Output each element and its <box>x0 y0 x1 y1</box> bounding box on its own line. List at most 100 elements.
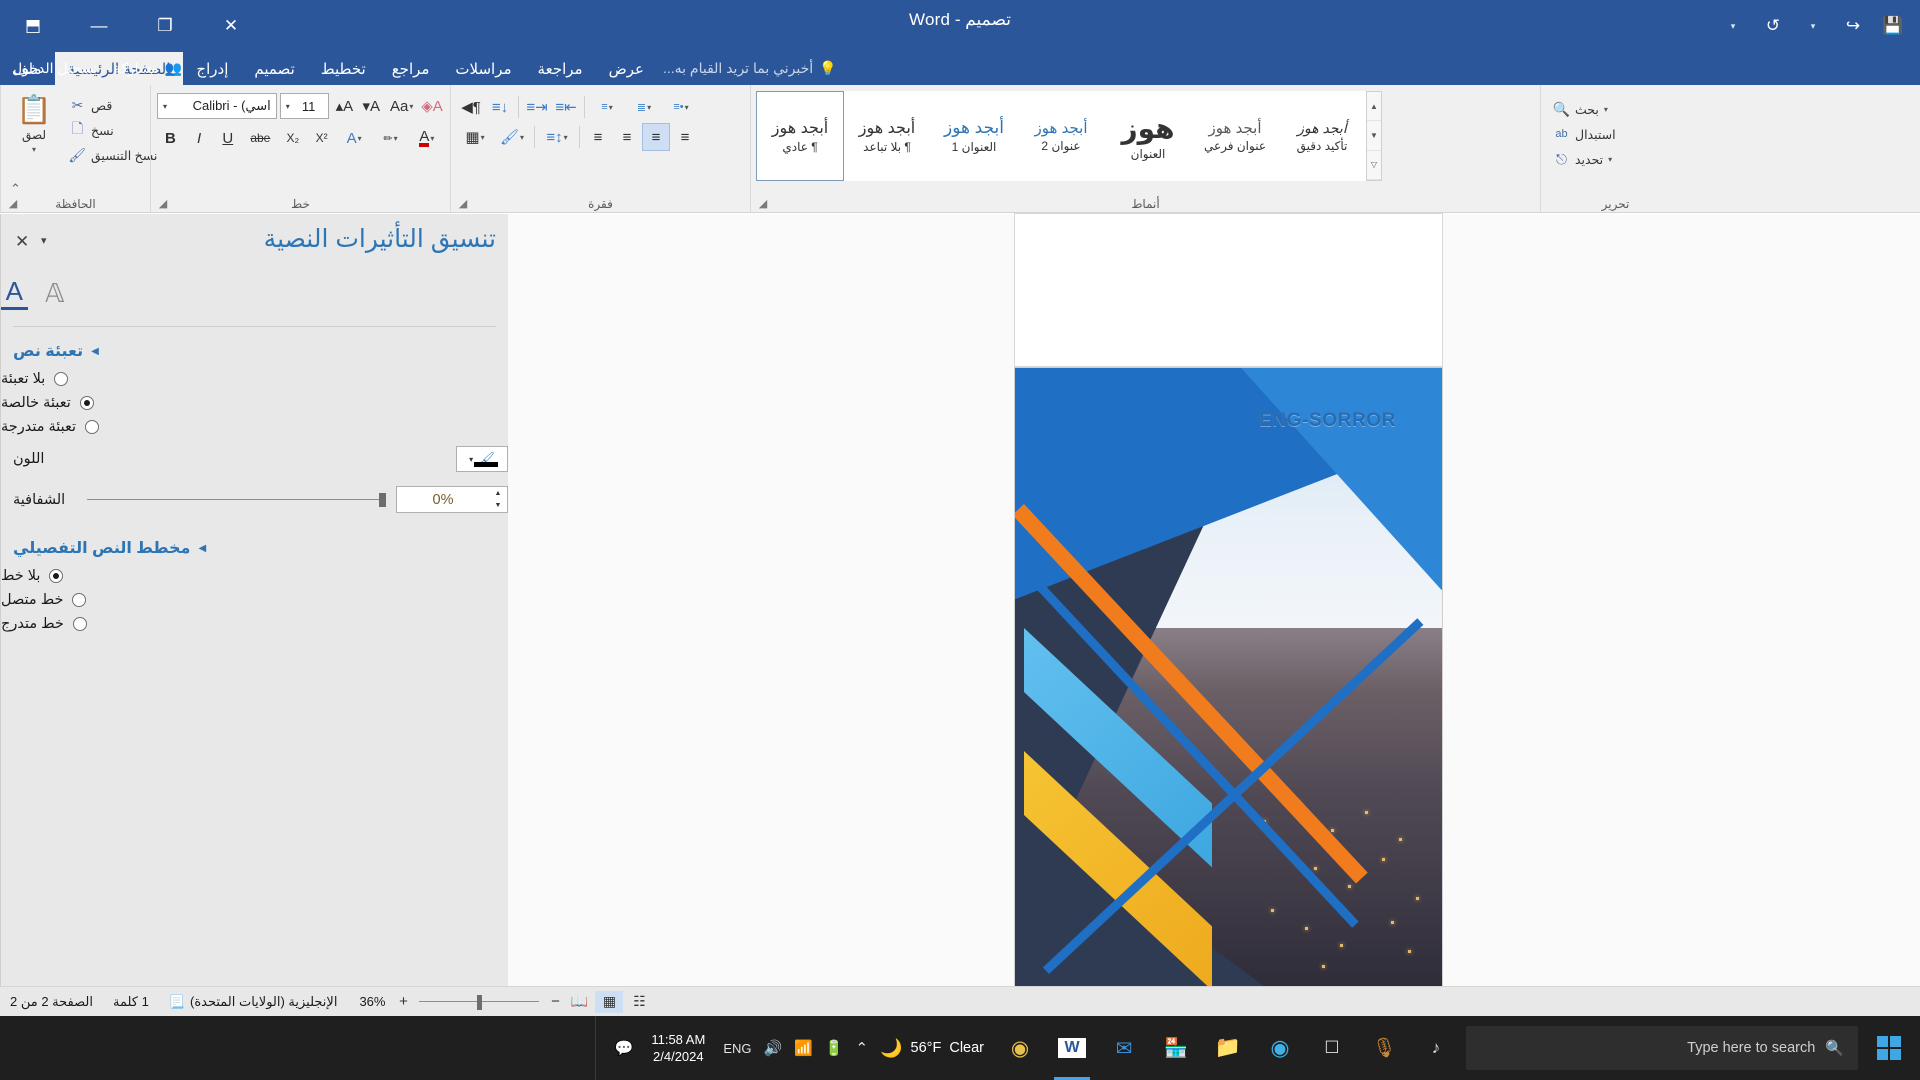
clear-formatting-button[interactable]: A◈ <box>420 92 444 120</box>
close-icon[interactable]: ✕ <box>15 232 29 252</box>
language-indicator[interactable]: ENG <box>723 1041 751 1056</box>
read-mode-icon[interactable]: 📖 <box>565 991 593 1013</box>
tab-insert[interactable]: إدراج <box>183 52 241 85</box>
copy-button[interactable]: 🗋 نسخ <box>63 118 163 142</box>
page-info[interactable]: الصفحة 2 من 2 <box>0 994 103 1010</box>
zoom-thumb[interactable] <box>477 994 483 1010</box>
taskbar-clock[interactable]: 11:58 AM 2/4/2024 <box>645 1031 711 1065</box>
web-layout-icon[interactable]: ☷ <box>625 991 653 1013</box>
collapse-ribbon-button[interactable]: ⌃ <box>10 181 21 197</box>
transparency-spinner[interactable]: ▲ ▼ 0% <box>396 486 508 513</box>
tab-review[interactable]: مراجعة <box>525 52 596 85</box>
text-highlight-button[interactable]: ✏ ▾ <box>373 124 407 152</box>
font-size-combo[interactable]: ▾ 11 <box>279 93 330 119</box>
underline-button[interactable]: U <box>214 124 241 152</box>
chevron-up-icon[interactable]: ⌃ <box>856 1039 869 1057</box>
line-spacing-button[interactable]: ↕≡ ▾ <box>539 123 575 151</box>
section-header-text-fill[interactable]: تعبئة نص ◀ <box>1 327 508 367</box>
wifi-icon[interactable]: 📶 <box>794 1039 813 1057</box>
tab-view[interactable]: عرض <box>596 52 657 85</box>
document-page-previous[interactable] <box>1015 214 1442 366</box>
tab-mailings[interactable]: مراسلات <box>442 52 524 85</box>
radio-row-solid-line[interactable]: خط متصل <box>1 588 508 612</box>
gallery-scroll-down-icon[interactable]: ▼ <box>1367 121 1381 151</box>
zoom-level[interactable]: 36% <box>357 994 393 1009</box>
align-left-button[interactable]: ≡ <box>671 123 699 151</box>
google-chrome-button[interactable]: ◉ <box>994 1016 1046 1080</box>
save-icon[interactable]: 💾 <box>1874 10 1912 42</box>
undo-dropdown-caret-icon[interactable]: ▾ <box>1794 10 1832 42</box>
styles-gallery-scroll[interactable]: ▲ ▼ ▽ <box>1366 91 1382 181</box>
tab-layout[interactable]: تخطيط <box>308 52 379 85</box>
grow-font-button[interactable]: A▴ <box>332 92 356 120</box>
task-view-button[interactable]: ☐ <box>1306 1016 1358 1080</box>
decrease-indent-button[interactable]: ⇤≡ <box>552 93 580 121</box>
volume-icon[interactable]: 🔊 <box>763 1039 782 1057</box>
radio-button-gradient-fill[interactable] <box>85 420 100 434</box>
radio-button-solid-fill[interactable] <box>79 396 94 410</box>
text-effects-button[interactable]: A ▾ <box>337 124 371 152</box>
fill-color-button[interactable]: ▾ 🖌 <box>456 446 508 472</box>
select-button[interactable]: ⎋ تحديد ▾ <box>1547 147 1684 171</box>
style-item[interactable]: أبجد هوز عنوان 2 <box>1017 91 1105 181</box>
align-center-button[interactable]: ≡ <box>642 123 670 151</box>
radio-row-no-line[interactable]: بلا خط <box>1 564 508 588</box>
superscript-button[interactable]: X² <box>308 124 335 152</box>
paste-caret-icon[interactable]: ▾ <box>32 145 36 154</box>
radio-row-gradient-fill[interactable]: تعبئة متدرجة <box>1 415 508 439</box>
style-item[interactable]: أبجد هوز عنوان فرعي <box>1191 91 1279 181</box>
radio-row-no-fill[interactable]: بلا تعبئة <box>1 367 508 391</box>
style-item[interactable]: أبجد هوز ¶ عادي <box>756 91 844 181</box>
show-desktop-button[interactable] <box>594 1016 603 1080</box>
spinner-down-icon[interactable]: ▼ <box>489 500 507 513</box>
notifications-icon[interactable]: 💬 <box>615 1039 634 1057</box>
cut-button[interactable]: ✂ قص <box>63 93 163 117</box>
font-color-button[interactable]: A ▾ <box>410 124 444 152</box>
gramophone-icon[interactable]: 🎙 <box>1358 1016 1410 1080</box>
customize-qat-caret-icon[interactable]: ▾ <box>1714 10 1752 42</box>
tab-text-fill-outline[interactable]: A <box>1 276 28 310</box>
italic-button[interactable]: I <box>186 124 213 152</box>
radio-button-solid-line[interactable] <box>72 593 87 607</box>
print-layout-icon[interactable]: ▦ <box>595 990 624 1013</box>
paragraph-marks-button[interactable]: ¶◀ <box>457 93 485 121</box>
tab-references[interactable]: مراجع <box>379 52 443 85</box>
subscript-button[interactable]: X₂ <box>280 124 307 152</box>
radio-button-gradient-line[interactable] <box>72 617 87 631</box>
chevron-down-icon[interactable]: ▾ <box>41 234 47 247</box>
bold-button[interactable]: B <box>157 124 184 152</box>
document-page-cover[interactable]: ENG-SORROR <box>1015 368 1442 986</box>
style-item[interactable]: أبجد هوز العنوان 1 <box>930 91 1018 181</box>
microsoft-word-button[interactable]: W <box>1046 1016 1098 1080</box>
document-canvas[interactable]: ENG-SORROR <box>508 214 1920 986</box>
strikethrough-button[interactable]: abe <box>243 124 277 152</box>
taskbar-search[interactable]: 🔍 Type here to search <box>1466 1026 1858 1070</box>
zoom-out-button[interactable]: − <box>547 993 563 1010</box>
shading-button[interactable]: 🖌 ▾ <box>494 123 530 151</box>
sign-in-link[interactable]: تسجيل الدخول <box>12 60 98 77</box>
music-note-icon[interactable]: ♪ <box>1410 1016 1462 1080</box>
replace-button[interactable]: ab استبدال <box>1547 122 1684 146</box>
gallery-scroll-up-icon[interactable]: ▲ <box>1367 92 1381 122</box>
spinner-up-icon[interactable]: ▲ <box>489 487 507 500</box>
radio-row-solid-fill[interactable]: تعبئة خالصة <box>1 391 508 415</box>
mail-button[interactable]: ✉ <box>1098 1016 1150 1080</box>
bullets-button[interactable]: •≡ ▾ <box>663 93 699 121</box>
word-count[interactable]: 1 كلمة <box>103 994 159 1010</box>
sort-button[interactable]: ↓≡ <box>486 93 514 121</box>
increase-indent-button[interactable]: ⇥≡ <box>523 93 551 121</box>
style-item[interactable]: هوز العنوان <box>1104 91 1192 181</box>
share-link[interactable]: 👥 مشاركة <box>114 60 183 77</box>
align-right-button[interactable]: ≡ <box>584 123 612 151</box>
zoom-slider[interactable] <box>419 992 540 1012</box>
slider-thumb[interactable] <box>379 492 386 507</box>
zoom-in-button[interactable]: + <box>395 993 411 1010</box>
justify-button[interactable]: ≡ <box>613 123 641 151</box>
section-header-text-outline[interactable]: مخطط النص التفصيلي ◀ <box>1 520 508 564</box>
find-button[interactable]: 🔍 بحث ▾ <box>1547 97 1684 121</box>
radio-button-no-line[interactable] <box>49 569 64 583</box>
tell-me-box[interactable]: 💡 أخبرني بما تريد القيام به... <box>657 52 847 85</box>
tab-design[interactable]: تصميم <box>241 52 307 85</box>
format-painter-button[interactable]: 🖌 نسخ التنسيق <box>63 143 163 167</box>
language-indicator[interactable]: الإنجليزية (الولايات المتحدة) 📃 <box>159 994 348 1010</box>
